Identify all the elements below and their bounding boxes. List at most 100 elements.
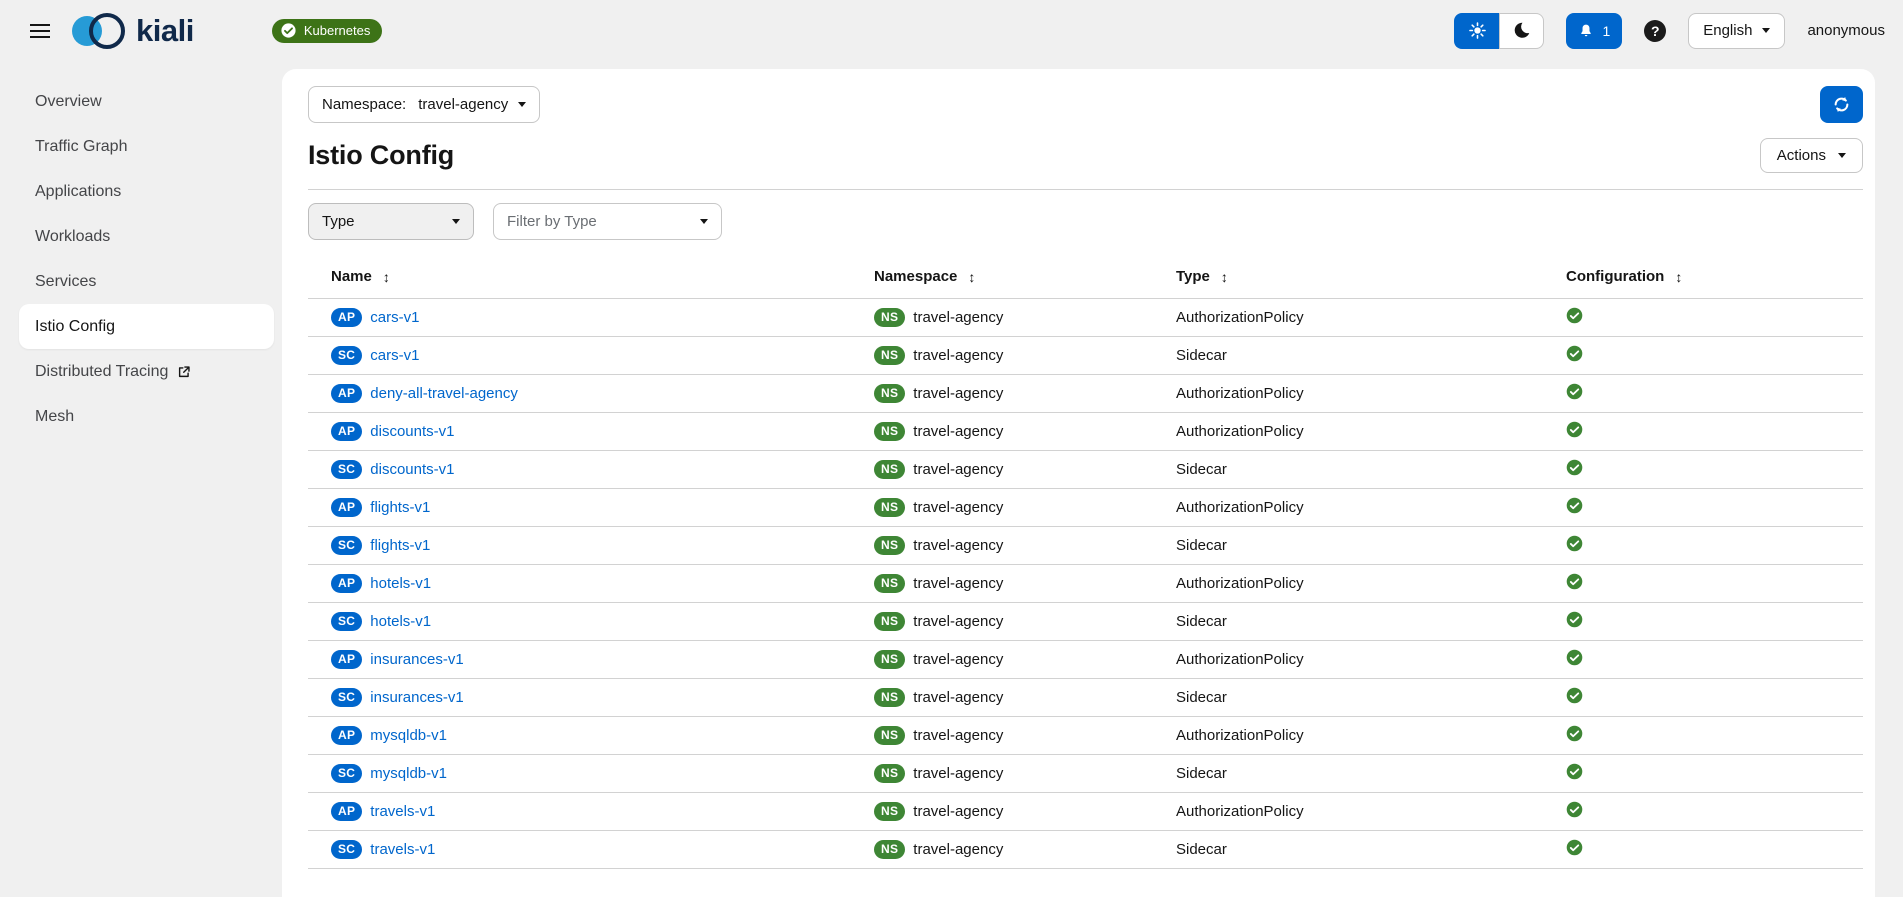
- type-cell: Sidecar: [1176, 450, 1560, 488]
- config-valid-icon: [1566, 687, 1583, 704]
- config-valid-icon: [1566, 307, 1583, 324]
- sort-icon[interactable]: ↕: [383, 269, 390, 285]
- table-row: SC discounts-v1 NS travel-agency Sidecar: [308, 450, 1863, 488]
- bell-icon: [1578, 23, 1594, 39]
- cluster-badge: Kubernetes: [272, 19, 383, 43]
- sidebar-item-istio-config[interactable]: Istio Config: [19, 304, 274, 349]
- config-name-link[interactable]: travels-v1: [370, 803, 435, 820]
- config-name-link[interactable]: flights-v1: [370, 499, 430, 516]
- object-type-badge: SC: [331, 688, 362, 707]
- chevron-down-icon: [518, 102, 526, 107]
- type-cell: AuthorizationPolicy: [1176, 412, 1560, 450]
- type-cell: Sidecar: [1176, 526, 1560, 564]
- config-name-link[interactable]: discounts-v1: [370, 461, 454, 478]
- sort-icon[interactable]: ↕: [1675, 269, 1682, 285]
- config-valid-icon: [1566, 535, 1583, 552]
- object-type-badge: AP: [331, 422, 362, 441]
- object-type-badge: AP: [331, 650, 362, 669]
- sidebar-item-distributed-tracing[interactable]: Distributed Tracing: [0, 349, 282, 394]
- chevron-down-icon: [700, 219, 708, 224]
- sort-icon[interactable]: ↕: [1221, 269, 1228, 285]
- chevron-down-icon: [452, 219, 460, 224]
- type-cell: AuthorizationPolicy: [1176, 640, 1560, 678]
- column-header-type[interactable]: Type ↕: [1176, 256, 1560, 298]
- sidebar-item-traffic-graph[interactable]: Traffic Graph: [0, 124, 282, 169]
- namespace-badge: NS: [874, 308, 905, 327]
- config-name-link[interactable]: travels-v1: [370, 841, 435, 858]
- filter-category-dropdown[interactable]: Type: [308, 203, 474, 240]
- light-theme-button[interactable]: [1454, 13, 1499, 49]
- refresh-button[interactable]: [1820, 86, 1863, 123]
- namespace-badge: NS: [874, 536, 905, 555]
- masthead: kiali Kubernetes: [0, 0, 1903, 61]
- actions-dropdown[interactable]: Actions: [1760, 138, 1863, 173]
- config-name-link[interactable]: discounts-v1: [370, 423, 454, 440]
- namespace-cell: travel-agency: [913, 765, 1003, 782]
- config-valid-icon: [1566, 763, 1583, 780]
- type-cell: AuthorizationPolicy: [1176, 298, 1560, 336]
- namespace-badge: NS: [874, 726, 905, 745]
- config-name-link[interactable]: cars-v1: [370, 347, 419, 364]
- config-name-link[interactable]: cars-v1: [370, 309, 419, 326]
- language-dropdown[interactable]: English: [1688, 13, 1785, 49]
- config-name-link[interactable]: mysqldb-v1: [370, 727, 447, 744]
- table-row: SC insurances-v1 NS travel-agency Sideca…: [308, 678, 1863, 716]
- config-name-link[interactable]: insurances-v1: [370, 689, 463, 706]
- type-cell: AuthorizationPolicy: [1176, 792, 1560, 830]
- config-name-link[interactable]: mysqldb-v1: [370, 765, 447, 782]
- sidebar-item-applications[interactable]: Applications: [0, 169, 282, 214]
- menu-toggle-button[interactable]: [24, 14, 58, 48]
- namespace-dropdown[interactable]: Namespace: travel-agency: [308, 86, 540, 123]
- type-cell: Sidecar: [1176, 830, 1560, 868]
- namespace-cell: travel-agency: [913, 537, 1003, 554]
- brand-logo[interactable]: kiali: [72, 12, 194, 50]
- config-valid-icon: [1566, 421, 1583, 438]
- content-card: Namespace: travel-agency Istio Config Ac…: [282, 69, 1875, 897]
- config-valid-icon: [1566, 345, 1583, 362]
- sidebar-item-mesh[interactable]: Mesh: [0, 394, 282, 439]
- config-valid-icon: [1566, 725, 1583, 742]
- table-row: AP flights-v1 NS travel-agency Authoriza…: [308, 488, 1863, 526]
- object-type-badge: AP: [331, 308, 362, 327]
- chevron-down-icon: [1762, 28, 1770, 33]
- config-name-link[interactable]: hotels-v1: [370, 575, 431, 592]
- istio-config-table-body: AP cars-v1 NS travel-agency Authorizatio…: [308, 298, 1863, 868]
- istio-config-table: Name ↕ Namespace ↕ Type ↕ Configuration …: [308, 256, 1863, 869]
- type-cell: AuthorizationPolicy: [1176, 488, 1560, 526]
- table-row: AP travels-v1 NS travel-agency Authoriza…: [308, 792, 1863, 830]
- table-row: AP hotels-v1 NS travel-agency Authorizat…: [308, 564, 1863, 602]
- column-header-name[interactable]: Name ↕: [308, 256, 866, 298]
- config-name-link[interactable]: insurances-v1: [370, 651, 463, 668]
- table-row: SC mysqldb-v1 NS travel-agency Sidecar: [308, 754, 1863, 792]
- chevron-down-icon: [1838, 153, 1846, 158]
- object-type-badge: AP: [331, 498, 362, 517]
- sidebar-nav: Overview Traffic Graph Applications Work…: [0, 61, 282, 439]
- config-name-link[interactable]: hotels-v1: [370, 613, 431, 630]
- table-row: SC travels-v1 NS travel-agency Sidecar: [308, 830, 1863, 868]
- help-button[interactable]: ?: [1644, 20, 1666, 42]
- object-type-badge: SC: [331, 346, 362, 365]
- config-name-link[interactable]: deny-all-travel-agency: [370, 385, 518, 402]
- check-circle-icon: [280, 22, 297, 39]
- config-name-link[interactable]: flights-v1: [370, 537, 430, 554]
- namespace-cell: travel-agency: [913, 727, 1003, 744]
- sidebar-item-workloads[interactable]: Workloads: [0, 214, 282, 259]
- config-valid-icon: [1566, 649, 1583, 666]
- object-type-badge: AP: [331, 802, 362, 821]
- namespace-badge: NS: [874, 802, 905, 821]
- sidebar-item-services[interactable]: Services: [0, 259, 282, 304]
- filter-by-type-dropdown[interactable]: Filter by Type: [493, 203, 722, 240]
- namespace-badge: NS: [874, 688, 905, 707]
- refresh-icon: [1832, 95, 1851, 114]
- object-type-badge: SC: [331, 840, 362, 859]
- column-header-configuration[interactable]: Configuration ↕: [1560, 256, 1863, 298]
- namespace-badge: NS: [874, 574, 905, 593]
- dark-theme-button[interactable]: [1499, 13, 1544, 49]
- sort-icon[interactable]: ↕: [968, 269, 975, 285]
- sidebar-item-overview[interactable]: Overview: [0, 79, 282, 124]
- notifications-button[interactable]: 1: [1566, 13, 1622, 49]
- namespace-badge: NS: [874, 460, 905, 479]
- table-row: AP deny-all-travel-agency NS travel-agen…: [308, 374, 1863, 412]
- namespace-badge: NS: [874, 346, 905, 365]
- column-header-namespace[interactable]: Namespace ↕: [866, 256, 1176, 298]
